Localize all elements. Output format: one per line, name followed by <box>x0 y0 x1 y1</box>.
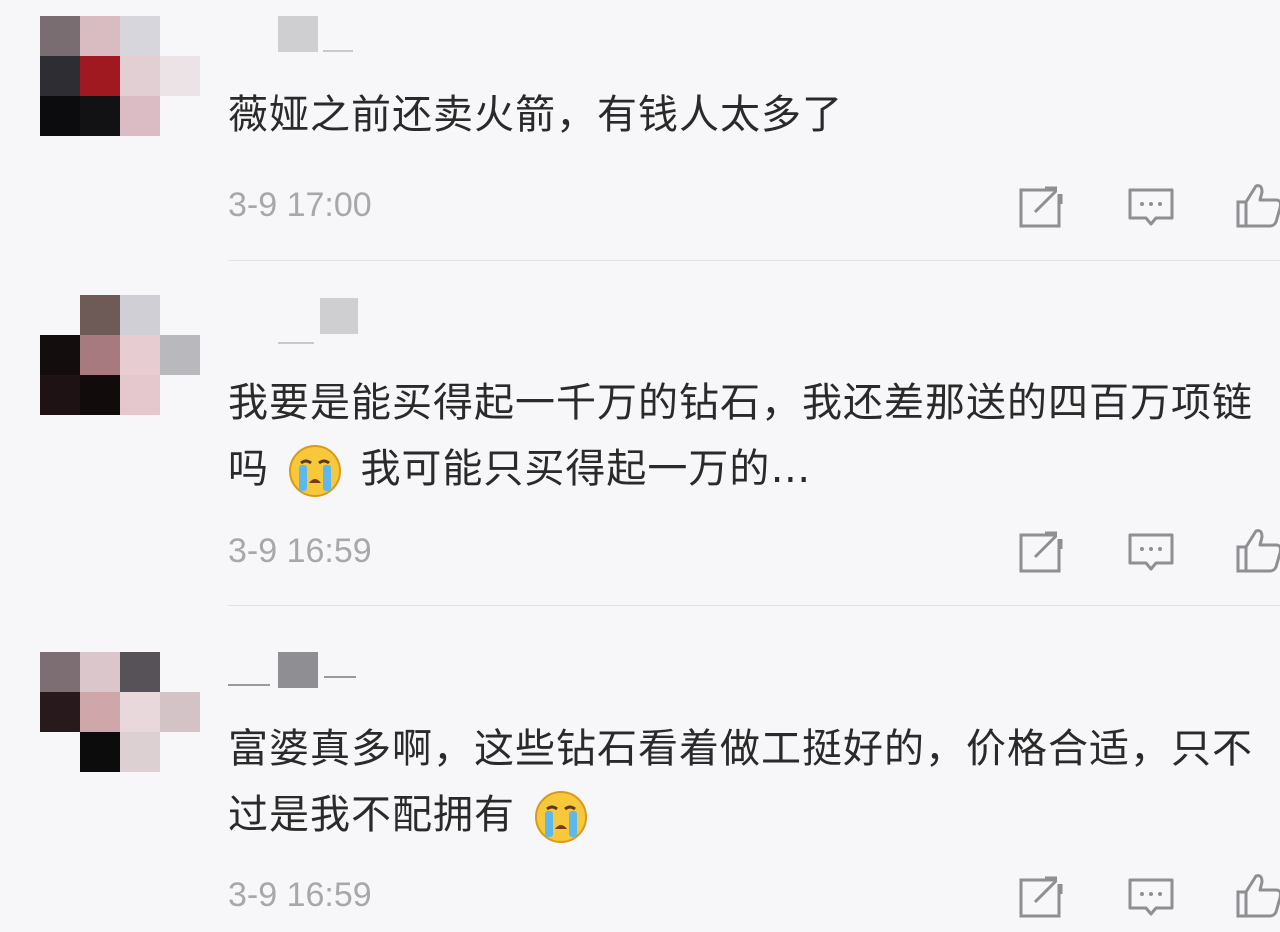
comment-text: 富婆真多啊，这些钻石看着做工挺好的，价格合适，只不过是我不配拥有 <box>228 716 1268 848</box>
comment-text: 薇娅之前还卖火箭，有钱人太多了 <box>228 92 843 138</box>
divider <box>228 260 1280 261</box>
comment-time: 3-9 17:00 <box>228 186 372 224</box>
share-icon[interactable] <box>1017 872 1067 922</box>
comment-text: 我要是能买得起一千万的钻石，我还差那送的四百万项链吗 我可能只买得起一万的… <box>228 370 1268 502</box>
thumbs-up-icon[interactable] <box>1234 525 1280 575</box>
comment-icon[interactable] <box>1126 182 1176 232</box>
avatar[interactable] <box>40 295 200 415</box>
avatar[interactable] <box>40 16 200 136</box>
thumbs-up-icon[interactable] <box>1234 870 1280 920</box>
comment-icon[interactable] <box>1126 527 1176 577</box>
comment-text-part2: 我可能只买得起一万的… <box>360 446 812 492</box>
thumbs-up-icon[interactable] <box>1234 180 1280 230</box>
divider <box>228 605 1280 606</box>
comment-time: 3-9 16:59 <box>228 532 372 570</box>
crying-emoji-icon <box>288 445 341 497</box>
share-icon[interactable] <box>1017 527 1067 577</box>
crying-emoji-icon <box>534 791 587 843</box>
username-redacted[interactable] <box>228 652 368 692</box>
comment-text-part1: 富婆真多啊，这些钻石看着做工挺好的，价格合适，只不过是我不配拥有 <box>228 726 1253 838</box>
username-redacted[interactable] <box>228 298 368 344</box>
comment-time: 3-9 16:59 <box>228 876 372 914</box>
comment-icon[interactable] <box>1126 872 1176 922</box>
share-icon[interactable] <box>1017 182 1067 232</box>
avatar[interactable] <box>40 652 200 772</box>
username-redacted[interactable] <box>228 14 368 54</box>
